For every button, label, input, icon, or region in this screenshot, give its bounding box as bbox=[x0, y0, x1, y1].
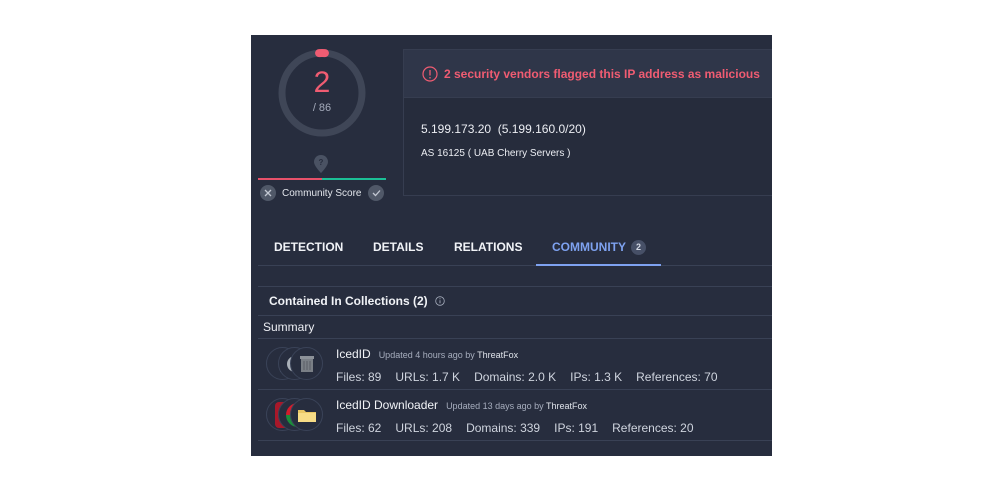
collections-count: (2) bbox=[413, 294, 428, 308]
collection-title-line: IcedID Updated 4 hours ago by ThreatFox bbox=[336, 347, 518, 361]
tab-relations[interactable]: RELATIONS bbox=[454, 240, 522, 254]
alert-circle-icon bbox=[422, 65, 438, 82]
collection-icon-stack bbox=[266, 398, 326, 432]
stat-files: Files: 62 bbox=[336, 421, 382, 435]
ip-report-panel: 2 / 86 ? Community Score 2 security vend… bbox=[251, 35, 772, 456]
tab-bar: DETECTION DETAILS RELATIONS COMMUNITY 2 bbox=[258, 228, 772, 266]
collection-name[interactable]: IcedID bbox=[336, 347, 371, 361]
collection-icon-stack bbox=[266, 347, 326, 381]
divider bbox=[258, 286, 772, 287]
vote-malicious-button[interactable] bbox=[260, 185, 276, 201]
tab-community[interactable]: COMMUNITY 2 bbox=[552, 240, 646, 255]
collection-updated: Updated 4 hours ago by ThreatFox bbox=[379, 350, 518, 360]
stat-ips: IPs: 1.3 K bbox=[570, 370, 623, 384]
detection-score-widget: 2 / 86 ? Community Score bbox=[251, 35, 396, 210]
collections-heading: Contained In Collections (2) bbox=[269, 294, 445, 308]
ip-network[interactable]: (5.199.160.0/20) bbox=[498, 122, 586, 136]
stat-ips: IPs: 191 bbox=[554, 421, 599, 435]
divider bbox=[258, 315, 772, 316]
collection-title-line: IcedID Downloader Updated 13 days ago by … bbox=[336, 398, 587, 412]
svg-text:?: ? bbox=[319, 158, 324, 167]
collection-stats: Files: 89 URLs: 1.7 K Domains: 2.0 K IPs: 1… bbox=[336, 370, 732, 384]
collection-name[interactable]: IcedID Downloader bbox=[336, 398, 438, 412]
detection-count: 2 bbox=[313, 66, 331, 99]
stat-domains: Domains: 339 bbox=[466, 421, 541, 435]
ip-address-line: 5.199.173.20 (5.199.160.0/20) bbox=[421, 122, 586, 136]
detection-ring: 2 / 86 bbox=[277, 48, 367, 138]
alert-text: 2 security vendors flagged this IP addre… bbox=[444, 66, 760, 81]
collection-stats: Files: 62 URLs: 208 Domains: 339 IPs: 191 Re… bbox=[336, 421, 708, 435]
stat-urls: URLs: 1.7 K bbox=[395, 370, 461, 384]
tab-details[interactable]: DETAILS bbox=[373, 240, 423, 254]
summary-label: Summary bbox=[263, 320, 315, 334]
tab-community-label: COMMUNITY bbox=[552, 240, 626, 254]
collections-title: Contained In Collections bbox=[269, 294, 410, 308]
tab-detection[interactable]: DETECTION bbox=[274, 240, 343, 254]
folder-icon bbox=[290, 398, 323, 431]
stat-references: References: 70 bbox=[636, 370, 718, 384]
collection-row[interactable]: IcedID Updated 4 hours ago by ThreatFox F… bbox=[258, 339, 772, 390]
collection-author: ThreatFox bbox=[545, 401, 587, 411]
stat-domains: Domains: 2.0 K bbox=[474, 370, 557, 384]
stat-files: Files: 89 bbox=[336, 370, 382, 384]
updated-text: Updated 4 hours ago by bbox=[378, 350, 475, 360]
community-score-negative bbox=[258, 178, 322, 180]
active-tab-indicator bbox=[536, 264, 661, 266]
info-icon[interactable] bbox=[435, 296, 445, 306]
vote-harmless-button[interactable] bbox=[368, 185, 384, 201]
updated-text: Updated 13 days ago by bbox=[446, 401, 544, 411]
as-info[interactable]: AS 16125 ( UAB Cherry Servers ) bbox=[421, 148, 571, 159]
collection-row[interactable]: IcedID Downloader Updated 13 days ago by … bbox=[258, 390, 772, 441]
trash-icon bbox=[290, 347, 323, 380]
stat-references: References: 20 bbox=[612, 421, 694, 435]
collection-author: ThreatFox bbox=[477, 350, 519, 360]
stat-urls: URLs: 208 bbox=[395, 421, 453, 435]
community-score-label: Community Score bbox=[282, 188, 362, 199]
collection-updated: Updated 13 days ago by ThreatFox bbox=[446, 401, 587, 411]
community-score-bar bbox=[258, 178, 386, 180]
location-pin-question-icon: ? bbox=[314, 155, 328, 173]
detection-total: / 86 bbox=[312, 102, 332, 114]
ip-address[interactable]: 5.199.173.20 bbox=[421, 122, 491, 136]
close-icon bbox=[264, 189, 272, 197]
tab-community-badge: 2 bbox=[631, 240, 646, 255]
alert-banner: 2 security vendors flagged this IP addre… bbox=[404, 50, 772, 98]
ip-info-card: 2 security vendors flagged this IP addre… bbox=[403, 49, 772, 196]
checkmark-icon bbox=[372, 190, 380, 197]
community-score-positive bbox=[322, 178, 386, 180]
